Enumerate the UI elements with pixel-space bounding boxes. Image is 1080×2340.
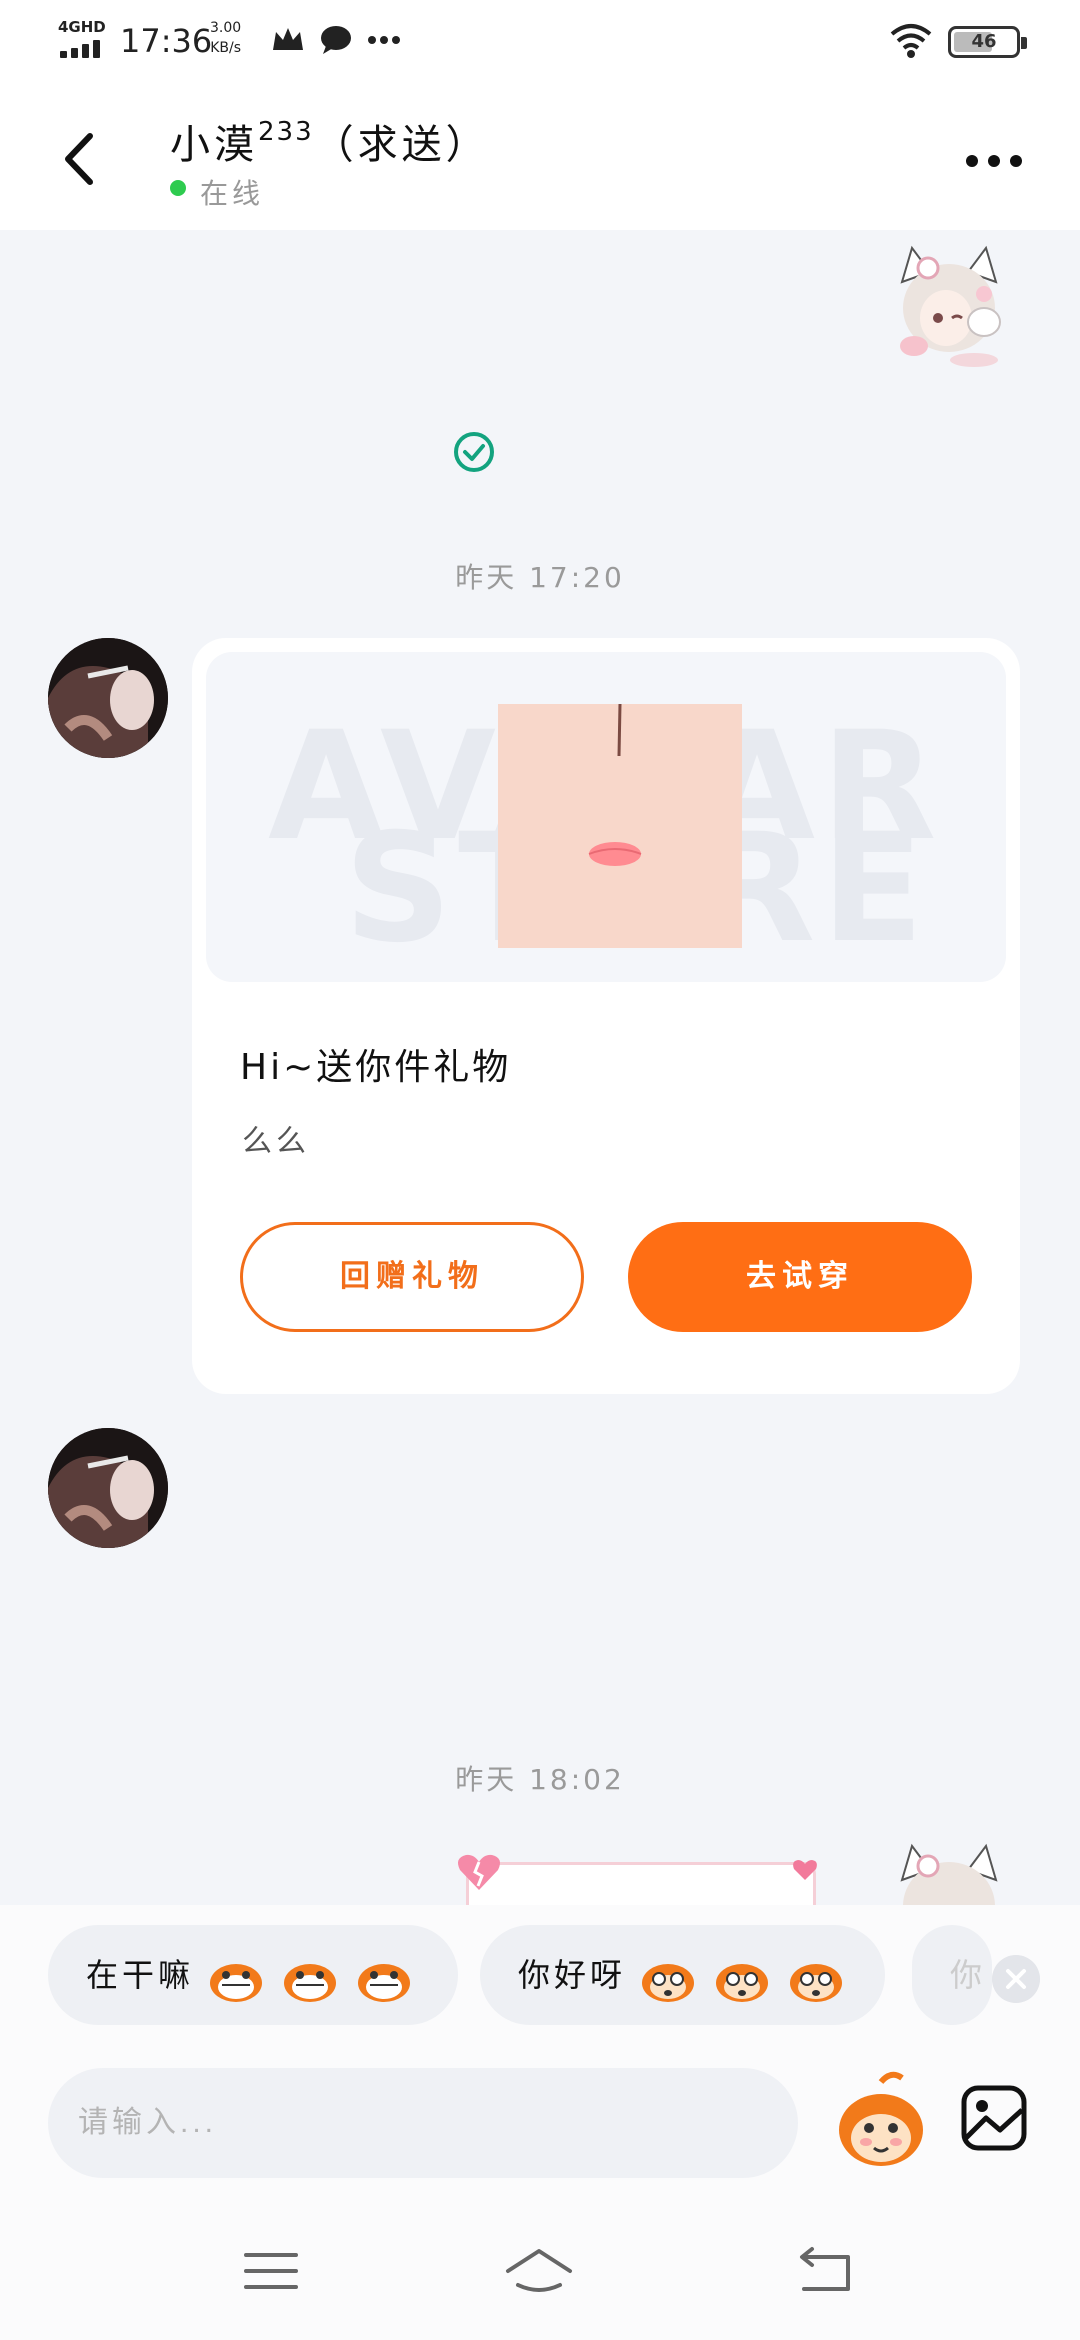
battery-level: 46: [971, 31, 997, 52]
input-bar: [0, 2050, 1080, 2205]
sent-check-icon: [454, 432, 494, 472]
signal-icon: 4GHD: [58, 18, 108, 58]
speed-value: 3.00: [210, 20, 242, 36]
gift-card[interactable]: AVATAR STORE Hi~送你件礼物 么么 回赠礼物 去试穿: [192, 638, 1020, 1394]
message-input[interactable]: [48, 2068, 798, 2178]
speed-unit: KB/s: [210, 40, 241, 56]
monkey-wow-emoji-icon: [790, 1964, 842, 2002]
chat-header: 小漠233（求送） 在线: [0, 86, 1080, 230]
clock: 17:36: [120, 22, 213, 60]
quick-reply-text: 你好呀: [518, 1956, 627, 1994]
network-speed: 3.00 KB/s: [210, 18, 241, 58]
contact-name-sup: 233: [258, 117, 314, 147]
monkey-grin-emoji-icon: [358, 1964, 410, 2002]
gift-message: 么么: [242, 1124, 310, 1159]
contact-name: 小漠233（求送）: [170, 112, 490, 170]
crown-icon: [273, 28, 303, 50]
partial-message-card[interactable]: [466, 1862, 816, 1905]
quick-reply-chip[interactable]: 你: [912, 1925, 992, 2025]
chat-messages[interactable]: 昨天 17:20 AVATAR STORE Hi~送你件礼物 么么 回赠礼物 去…: [0, 230, 1080, 1905]
network-type: 4GHD: [58, 18, 106, 36]
back-button[interactable]: [52, 124, 112, 194]
quick-reply-chip[interactable]: 你好呀: [480, 1925, 885, 2025]
status-bar: 4GHD 17:36 3.00 KB/s 46: [0, 0, 1080, 86]
quick-reply-chip[interactable]: 在干嘛: [48, 1925, 458, 2025]
contact-name-main: 小漠: [170, 122, 258, 168]
contact-avatar[interactable]: [48, 1428, 168, 1548]
gift-image[interactable]: AVATAR STORE: [206, 652, 1006, 982]
try-on-button[interactable]: 去试穿: [628, 1222, 972, 1332]
online-status-text: 在线: [200, 177, 265, 210]
monkey-grin-emoji-icon: [210, 1964, 262, 2002]
contact-avatar[interactable]: [48, 638, 168, 758]
home-icon[interactable]: [504, 2241, 574, 2301]
gift-title: Hi~送你件礼物: [240, 1047, 512, 1088]
more-options-button[interactable]: [964, 146, 1024, 176]
cat-girl-sticker[interactable]: [884, 242, 1014, 372]
chat-bubble-icon: [321, 26, 351, 54]
close-quick-replies-icon[interactable]: [992, 1955, 1040, 2003]
heart-icon: [793, 1860, 817, 1880]
monkey-wow-emoji-icon: [716, 1964, 768, 2002]
monkey-wow-emoji-icon: [642, 1964, 694, 2002]
wifi-icon: [890, 24, 932, 58]
timestamp: 昨天 17:20: [455, 561, 625, 594]
quick-reply-text: 在干嘛: [86, 1956, 195, 1994]
online-status-dot: [170, 180, 186, 196]
timestamp: 昨天 18:02: [455, 1763, 625, 1796]
monkey-grin-emoji-icon: [284, 1964, 336, 2002]
gift-product-image: [498, 704, 742, 948]
more-notifications-icon: [368, 36, 400, 44]
system-nav-bar: [0, 2205, 1080, 2340]
cat-girl-sticker[interactable]: [884, 1840, 1014, 1905]
quick-replies-bar: 在干嘛 你好呀 你: [0, 1905, 1080, 2050]
battery-icon: 46: [948, 26, 1027, 58]
quick-reply-text: 你: [950, 1956, 987, 1994]
broken-heart-icon: [458, 1854, 500, 1890]
menu-icon[interactable]: [236, 2241, 306, 2301]
monkey-sticker-button[interactable]: [836, 2068, 926, 2178]
back-nav-icon[interactable]: [790, 2241, 860, 2301]
contact-name-suffix: （求送）: [313, 122, 490, 168]
return-gift-button[interactable]: 回赠礼物: [240, 1222, 584, 1332]
image-picker-icon[interactable]: [960, 2084, 1028, 2152]
